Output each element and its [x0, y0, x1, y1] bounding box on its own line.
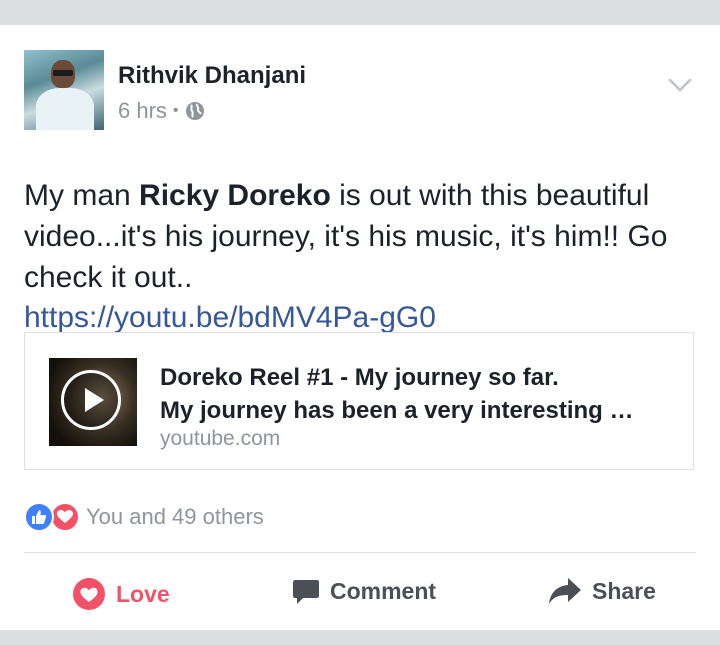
- like-reaction-icon: [24, 502, 54, 532]
- author-avatar[interactable]: [24, 50, 104, 130]
- video-thumbnail[interactable]: [49, 358, 137, 446]
- play-icon[interactable]: [61, 370, 121, 430]
- link-preview-description: My journey has been a very interesting …: [160, 397, 634, 424]
- link-preview-domain: youtube.com: [160, 427, 281, 450]
- comment-label: Comment: [330, 577, 437, 604]
- comment-button[interactable]: Comment: [292, 577, 436, 605]
- share-label: Share: [592, 577, 656, 604]
- love-button[interactable]: Love: [72, 577, 170, 611]
- post-time[interactable]: 6 hrs: [118, 98, 167, 124]
- post-meta: 6 hrs •: [118, 98, 205, 124]
- heart-icon: [73, 578, 105, 610]
- author-name[interactable]: Rithvik Dhanjani: [118, 62, 306, 90]
- globe-icon: [185, 102, 204, 120]
- share-icon: [549, 578, 581, 604]
- meta-separator: •: [172, 102, 179, 119]
- chevron-down-icon[interactable]: [668, 77, 692, 93]
- tagged-name[interactable]: Ricky Doreko: [139, 179, 331, 212]
- reactions-text[interactable]: You and 49 others: [86, 504, 264, 530]
- comment-icon: [293, 580, 319, 604]
- love-label: Love: [116, 580, 170, 607]
- divider: [24, 552, 696, 553]
- post-link[interactable]: https://youtu.be/bdMV4Pa-gG0: [24, 301, 436, 335]
- share-button[interactable]: Share: [548, 577, 656, 605]
- link-preview-card[interactable]: Doreko Reel #1 - My journey so far. My j…: [24, 332, 694, 470]
- love-reaction-icon: [50, 502, 80, 532]
- post-text: My man Ricky Doreko is out with this bea…: [24, 179, 668, 294]
- link-preview-title[interactable]: Doreko Reel #1 - My journey so far.: [160, 361, 680, 394]
- post-card: Rithvik Dhanjani 6 hrs • My man Ricky Do…: [0, 25, 720, 630]
- reactions-summary[interactable]: You and 49 others: [24, 502, 264, 532]
